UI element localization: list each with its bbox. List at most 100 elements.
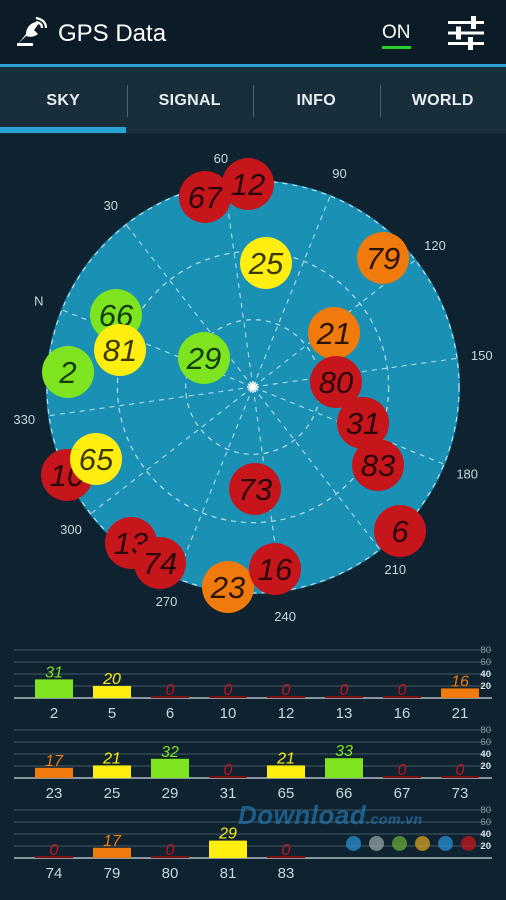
- bar-value-label: 21: [276, 750, 295, 767]
- satellite-category-label: 6: [166, 705, 174, 722]
- tab-info[interactable]: INFO: [253, 67, 380, 134]
- snr-bar-66[interactable]: 3366: [325, 743, 363, 802]
- satellite-category-label: 13: [336, 705, 353, 722]
- y-tick-label: 60: [480, 817, 491, 828]
- satellite-id: 25: [248, 246, 284, 281]
- y-tick-label: 20: [480, 681, 491, 692]
- satellite-category-label: 25: [104, 785, 121, 802]
- y-tick-label: 20: [480, 841, 491, 852]
- satellite-id: 73: [238, 472, 272, 507]
- y-tick-label: 80: [480, 805, 491, 816]
- satellite-25[interactable]: 25: [240, 237, 292, 289]
- snr-bar-16[interactable]: 016: [383, 682, 421, 722]
- y-tick-label: 60: [480, 737, 491, 748]
- satellite-category-label: 29: [162, 785, 179, 802]
- snr-bar-25[interactable]: 21 25: [93, 750, 131, 802]
- satellite-74[interactable]: 74: [134, 537, 186, 589]
- snr-bar-31[interactable]: 031: [209, 762, 247, 802]
- bearing-label: 120: [424, 238, 446, 253]
- bar-value-label: 32: [161, 744, 179, 761]
- satellite-id: 31: [346, 406, 380, 441]
- tab-bar: SKY SIGNAL INFO WORLD: [0, 67, 506, 134]
- snr-bar-5[interactable]: 20 5: [93, 671, 131, 722]
- satellite-83[interactable]: 83: [352, 439, 404, 491]
- snr-bar-6[interactable]: 06: [151, 682, 189, 722]
- gps-toggle[interactable]: ON: [382, 22, 411, 49]
- snr-bar-67[interactable]: 067: [383, 762, 421, 802]
- snr-bar-2[interactable]: 31 2: [35, 664, 73, 722]
- bearing-label: 180: [456, 467, 478, 482]
- bearing-label: 60: [214, 151, 228, 166]
- snr-bar-10[interactable]: 010: [209, 682, 247, 722]
- signal-bar-charts: 8060402031220506010012013016162180604020…: [14, 645, 492, 882]
- snr-bar-79[interactable]: 1779: [93, 833, 131, 882]
- watermark-dots: [346, 836, 476, 851]
- snr-bar-83[interactable]: 083: [267, 842, 305, 882]
- satellite-id: 79: [366, 241, 400, 276]
- snr-bar-80[interactable]: 080: [151, 842, 189, 882]
- tab-sky[interactable]: SKY: [0, 67, 127, 134]
- bar-value-label: 0: [224, 682, 233, 699]
- satellite-6[interactable]: 6: [374, 505, 426, 557]
- watermark-dot: [346, 836, 361, 851]
- satellite-id: 67: [188, 180, 224, 215]
- satellite-id: 29: [186, 341, 221, 376]
- bar-value-label: 0: [282, 682, 291, 699]
- snr-bar-29[interactable]: 32 29: [151, 744, 189, 802]
- y-tick-label: 40: [480, 829, 491, 840]
- snr-bar-21[interactable]: 1621: [441, 673, 479, 722]
- bar-value-label: 0: [340, 682, 349, 699]
- y-tick-label: 20: [480, 761, 491, 772]
- satellite-81[interactable]: 81: [94, 324, 146, 376]
- bar-value-label: 17: [103, 833, 122, 850]
- snr-bar-23[interactable]: 1723: [35, 753, 73, 802]
- bar-value-label: 16: [451, 673, 469, 690]
- watermark-dot: [461, 836, 476, 851]
- satellite-29[interactable]: 29: [178, 332, 230, 384]
- satellite-73[interactable]: 73: [229, 463, 281, 515]
- snr-bar-74[interactable]: 074: [35, 842, 73, 882]
- satellite-id: 81: [103, 333, 137, 368]
- active-tab-indicator: [0, 127, 126, 133]
- satellite-23[interactable]: 23: [202, 561, 254, 613]
- bearing-label: 300: [60, 522, 82, 537]
- bar-value-label: 17: [45, 753, 64, 770]
- snr-bar-12[interactable]: 012: [267, 682, 305, 722]
- snr-bar-65[interactable]: 2165: [267, 750, 305, 802]
- bar-value-label: 21: [102, 750, 121, 767]
- satellite-2[interactable]: 2: [42, 346, 94, 398]
- satellite-category-label: 73: [452, 785, 469, 802]
- satellite-65[interactable]: 65: [70, 433, 122, 485]
- y-tick-label: 40: [480, 749, 491, 760]
- snr-bar-73[interactable]: 073: [441, 762, 479, 802]
- satellite-id: 23: [210, 570, 245, 605]
- tab-signal[interactable]: SIGNAL: [126, 67, 254, 134]
- tab-world[interactable]: WORLD: [379, 67, 506, 134]
- bar-value-label: 0: [456, 762, 465, 779]
- bearing-label: 150: [471, 348, 493, 363]
- satellite-category-label: 23: [46, 785, 63, 802]
- satellite-category-label: 81: [220, 865, 237, 882]
- bar-value-label: 0: [282, 842, 291, 859]
- satellite-category-label: 2: [50, 705, 58, 722]
- satellite-21[interactable]: 21: [308, 307, 360, 359]
- bar-value-label: 0: [224, 762, 233, 779]
- watermark: Download.com.vn: [238, 800, 423, 830]
- satellite-id: 21: [316, 316, 351, 351]
- satellite-12[interactable]: 12: [222, 158, 274, 210]
- app-bar: GPS Data ON: [0, 0, 506, 66]
- bearing-label: 210: [384, 562, 406, 577]
- satellite-16[interactable]: 16: [249, 543, 301, 595]
- satellite-category-label: 16: [394, 705, 411, 722]
- bar: [151, 758, 189, 778]
- satellite-79[interactable]: 79: [357, 232, 409, 284]
- satellite-id: 12: [231, 167, 265, 202]
- bar-value-label: 20: [102, 671, 121, 688]
- bar-value-label: 0: [50, 842, 59, 859]
- sliders-icon[interactable]: [446, 16, 486, 50]
- satellite-id: 80: [319, 365, 353, 400]
- bar: [35, 679, 73, 698]
- satellite-id: 65: [79, 442, 114, 477]
- satellite-category-label: 21: [452, 705, 469, 722]
- snr-bar-13[interactable]: 013: [325, 682, 363, 722]
